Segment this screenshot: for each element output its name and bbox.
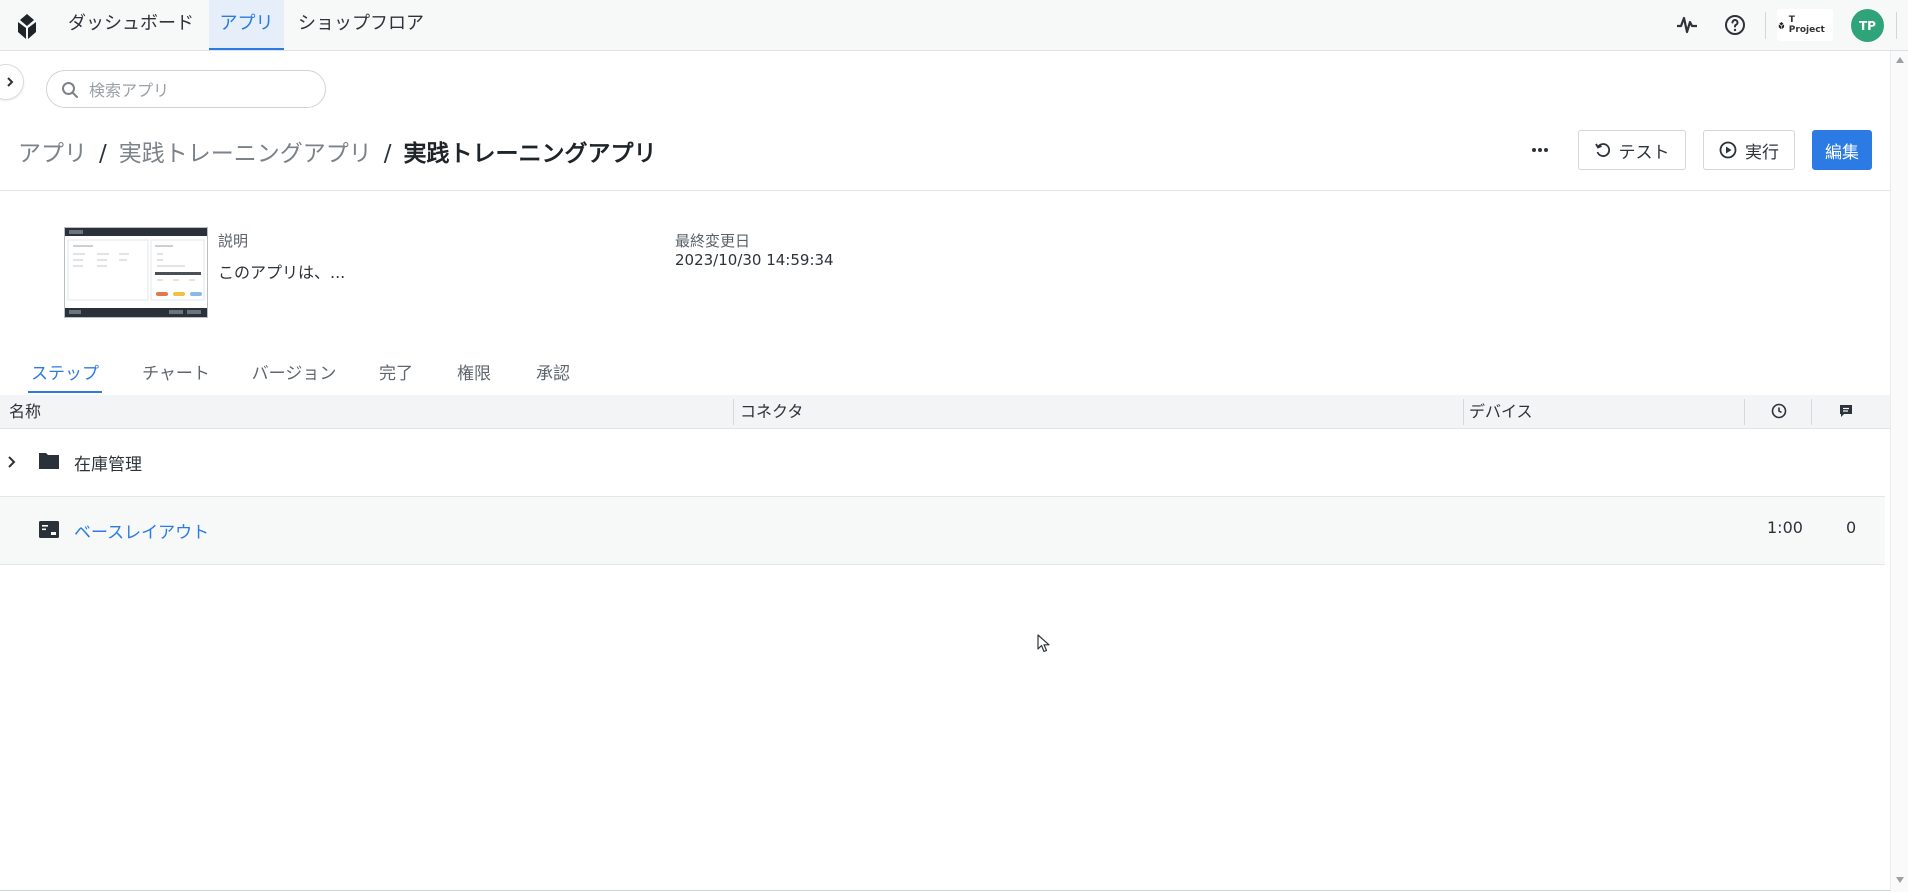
search-input[interactable] bbox=[87, 77, 311, 103]
column-divider[interactable] bbox=[1744, 399, 1745, 425]
description-value: このアプリは、... bbox=[218, 263, 346, 282]
scroll-down-icon[interactable] bbox=[1895, 876, 1905, 884]
top-navigation: ダッシュボード アプリ ショップフロア T Project TP bbox=[0, 0, 1908, 51]
tab-steps[interactable]: ステップ bbox=[28, 359, 102, 393]
column-divider[interactable] bbox=[1811, 399, 1812, 425]
folder-icon bbox=[39, 453, 59, 469]
edit-button-label: 編集 bbox=[1825, 142, 1859, 163]
run-button-label: 実行 bbox=[1745, 142, 1779, 163]
column-divider[interactable] bbox=[733, 399, 734, 425]
step-time: 1:00 bbox=[1767, 518, 1803, 537]
chevron-right-icon bbox=[7, 77, 14, 87]
table-row-folder[interactable]: 在庫管理 bbox=[0, 429, 1885, 497]
tab-completions[interactable]: 完了 bbox=[378, 359, 414, 393]
chevron-right-icon[interactable] bbox=[7, 455, 17, 469]
column-header-device[interactable]: デバイス bbox=[1469, 395, 1533, 428]
app-search[interactable] bbox=[46, 70, 326, 108]
nav-dashboard[interactable]: ダッシュボード bbox=[62, 0, 200, 50]
edit-button[interactable]: 編集 bbox=[1812, 130, 1872, 170]
page-title: 実践トレーニングアプリ bbox=[403, 141, 657, 167]
breadcrumb-apps-link[interactable]: アプリ bbox=[18, 141, 87, 167]
table-header: 名称 コネクタ デバイス bbox=[0, 395, 1890, 429]
more-options-button[interactable] bbox=[1522, 130, 1558, 170]
breadcrumb: アプリ / 実践トレーニングアプリ / 実践トレーニングアプリ bbox=[18, 134, 657, 168]
table-row-step[interactable]: ベースレイアウト 1:00 0 bbox=[0, 497, 1885, 565]
header-divider bbox=[0, 190, 1890, 191]
nav-shop-floor[interactable]: ショップフロア bbox=[294, 0, 428, 50]
tab-permissions[interactable]: 権限 bbox=[456, 359, 492, 393]
ellipsis-icon bbox=[1532, 148, 1548, 152]
description-label: 説明 bbox=[218, 232, 249, 250]
column-divider[interactable] bbox=[1463, 399, 1464, 425]
test-button[interactable]: テスト bbox=[1578, 130, 1686, 170]
search-icon bbox=[62, 82, 78, 98]
last-modified-value: 2023/10/30 14:59:34 bbox=[675, 251, 834, 269]
step-comment-count: 0 bbox=[1846, 518, 1857, 537]
tab-versions[interactable]: バージョン bbox=[250, 359, 338, 393]
vertical-scrollbar[interactable] bbox=[1890, 51, 1908, 892]
project-logo-icon bbox=[1778, 21, 1785, 29]
help-icon[interactable] bbox=[1723, 13, 1747, 37]
nav-apps[interactable]: アプリ bbox=[209, 0, 284, 50]
comment-icon[interactable] bbox=[1838, 403, 1854, 419]
mouse-cursor-icon bbox=[1037, 634, 1050, 653]
last-modified-label: 最終変更日 bbox=[675, 232, 751, 250]
test-button-label: テスト bbox=[1618, 142, 1670, 163]
tulip-logo-icon[interactable] bbox=[12, 11, 42, 41]
scroll-up-icon[interactable] bbox=[1895, 56, 1905, 64]
nav-divider bbox=[1765, 12, 1766, 39]
step-name-link[interactable]: ベースレイアウト bbox=[74, 518, 209, 543]
breadcrumb-separator: / bbox=[99, 141, 107, 167]
nav-divider bbox=[1896, 12, 1897, 39]
column-header-connector[interactable]: コネクタ bbox=[740, 395, 803, 428]
refresh-icon bbox=[1594, 143, 1610, 157]
avatar[interactable]: TP bbox=[1851, 9, 1884, 42]
breadcrumb-folder-link[interactable]: 実践トレーニングアプリ bbox=[119, 141, 372, 167]
bottom-border bbox=[0, 890, 1890, 891]
tab-approvals[interactable]: 承認 bbox=[535, 359, 571, 393]
activity-icon[interactable] bbox=[1675, 13, 1699, 37]
project-name: T Project bbox=[1788, 15, 1825, 35]
app-preview-image bbox=[65, 228, 207, 317]
clock-icon[interactable] bbox=[1771, 403, 1787, 419]
project-badge[interactable]: T Project bbox=[1777, 9, 1833, 41]
step-icon bbox=[39, 521, 59, 538]
app-thumbnail[interactable] bbox=[64, 227, 208, 318]
sidebar-expand-button[interactable] bbox=[0, 64, 24, 100]
column-header-name[interactable]: 名称 bbox=[9, 395, 41, 428]
run-button[interactable]: 実行 bbox=[1703, 130, 1795, 170]
tab-charts[interactable]: チャート bbox=[140, 359, 212, 393]
play-icon bbox=[1719, 141, 1737, 159]
folder-name[interactable]: 在庫管理 bbox=[74, 450, 142, 475]
breadcrumb-separator: / bbox=[383, 141, 392, 167]
